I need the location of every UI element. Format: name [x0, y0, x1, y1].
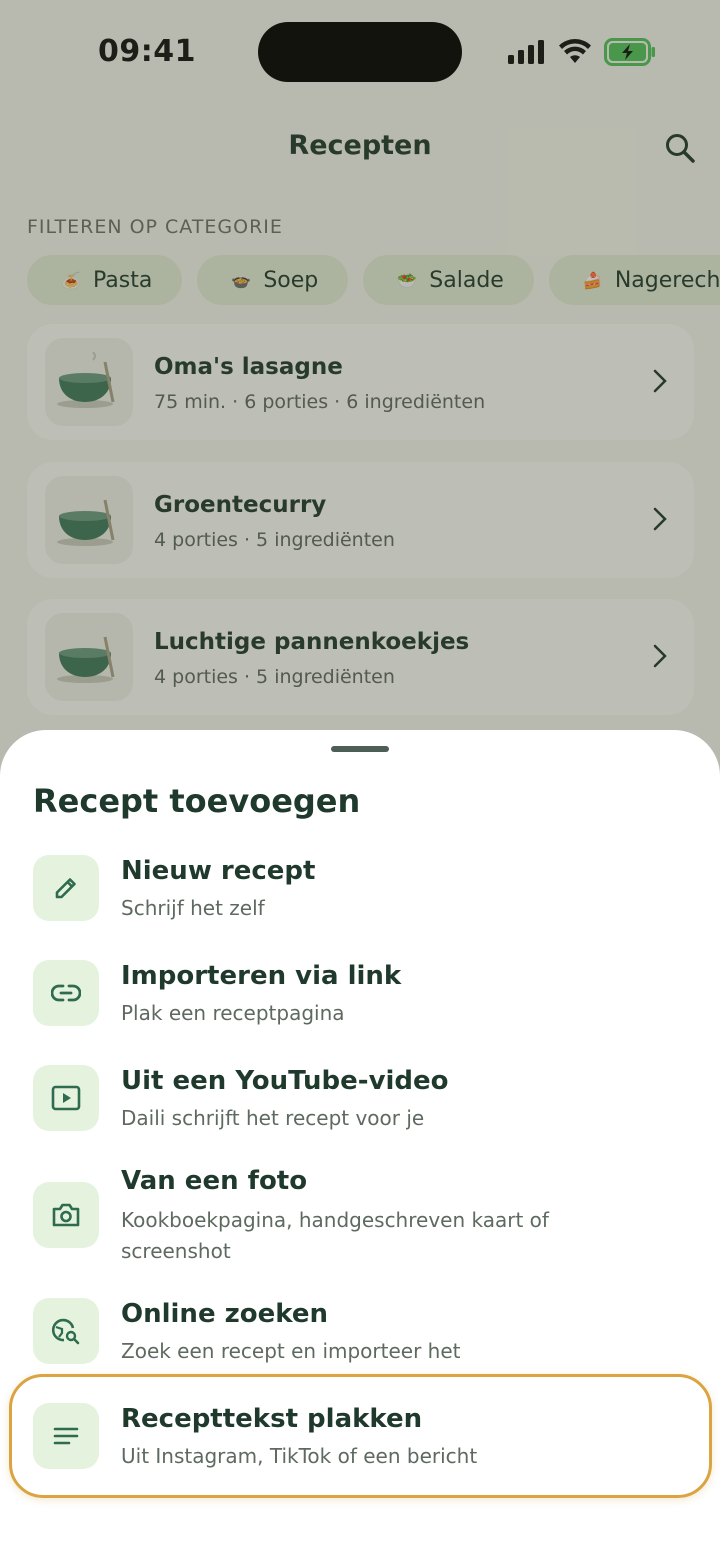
option-icon-box	[33, 855, 99, 921]
option-subtitle: Zoek een recept en importeer het	[121, 1339, 461, 1363]
pencil-icon	[55, 878, 76, 899]
option-label: Importeren via link	[121, 961, 402, 991]
option-subtitle: Daili schrijft het recept voor je	[121, 1106, 425, 1130]
option-paste-text[interactable]: Recepttekst plakken Uit Instagram, TikTo…	[18, 1403, 702, 1473]
sheet-grabber[interactable]	[331, 746, 389, 752]
option-icon-box	[33, 1182, 99, 1248]
option-label: Van een foto	[121, 1166, 308, 1196]
option-label: Recepttekst plakken	[121, 1404, 423, 1434]
camera-icon	[52, 1203, 80, 1227]
option-photo[interactable]: Van een foto Kookboekpagina, handgeschre…	[18, 1166, 702, 1282]
option-search-online[interactable]: Online zoeken Zoek een recept en importe…	[18, 1298, 702, 1368]
option-subtitle: Plak een receptpagina	[121, 1001, 345, 1025]
option-subtitle: Uit Instagram, TikTok of een bericht	[121, 1444, 478, 1468]
globe-search-icon	[51, 1318, 80, 1345]
option-youtube[interactable]: Uit een YouTube-video Daili schrijft het…	[18, 1065, 702, 1135]
add-recipe-sheet: Recept toevoegen Nieuw recept Schrijf he…	[0, 730, 720, 1564]
option-icon-box	[33, 1403, 99, 1469]
option-label: Online zoeken	[121, 1299, 328, 1329]
option-icon-box	[33, 960, 99, 1026]
option-import-link[interactable]: Importeren via link Plak een receptpagin…	[18, 960, 702, 1030]
option-label: Nieuw recept	[121, 856, 316, 886]
option-new-recipe[interactable]: Nieuw recept Schrijf het zelf	[18, 855, 702, 925]
option-subtitle: Kookboekpagina, handgeschreven kaart of …	[121, 1208, 549, 1263]
option-label: Uit een YouTube-video	[121, 1066, 449, 1096]
link-icon	[51, 984, 81, 1002]
text-lines-icon	[53, 1427, 79, 1445]
app-screen: 09:41 Recepten FILTEREN OP CATEGORIE 🍝 P…	[0, 0, 720, 1564]
option-icon-box	[33, 1298, 99, 1364]
option-subtitle: Schrijf het zelf	[121, 896, 265, 920]
play-icon	[51, 1085, 81, 1111]
option-icon-box	[33, 1065, 99, 1131]
sheet-title: Recept toevoegen	[33, 782, 361, 820]
